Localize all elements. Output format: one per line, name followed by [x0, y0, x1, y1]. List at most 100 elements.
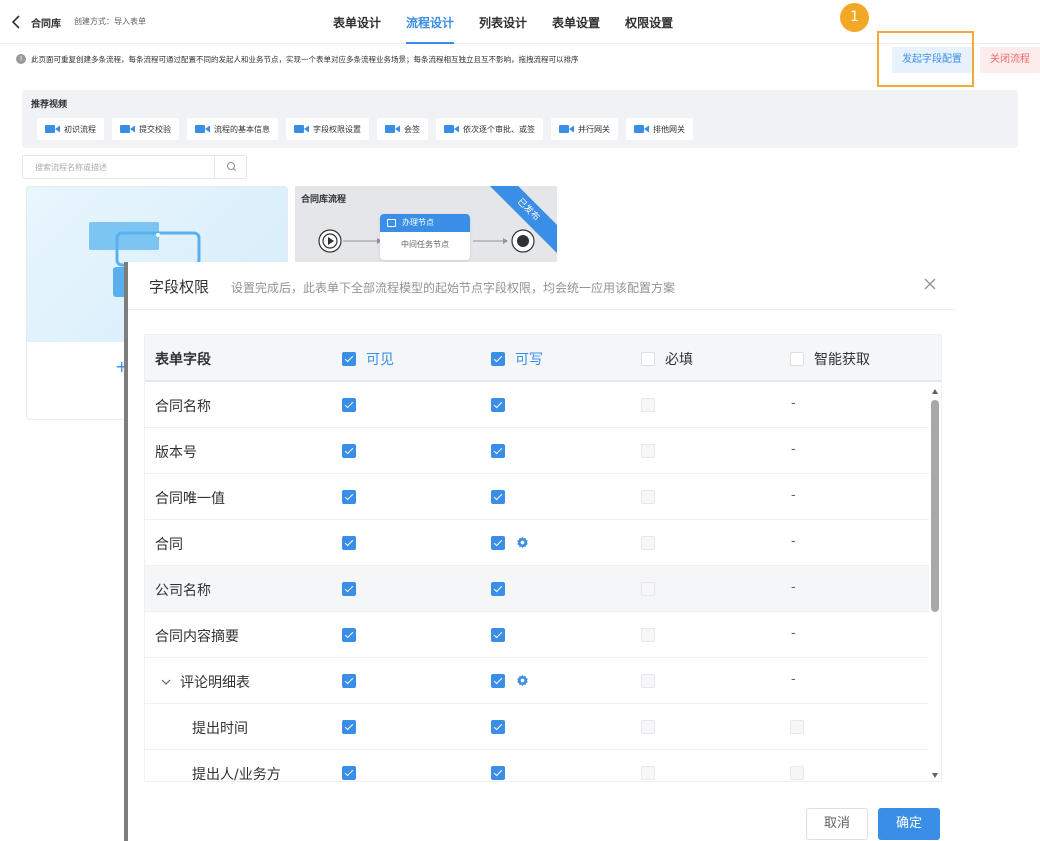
scroll-down-arrow-icon[interactable] — [932, 773, 938, 778]
required-checkbox[interactable] — [641, 490, 655, 504]
video-chip-label: 会签 — [404, 124, 420, 134]
video-camera-icon — [444, 125, 459, 133]
smart-value: - — [791, 396, 796, 411]
video-chip[interactable]: 流程的基本信息 — [187, 118, 278, 140]
visible-checkbox[interactable] — [342, 536, 356, 550]
video-chip[interactable]: 初识流程 — [37, 118, 104, 140]
writable-checkbox[interactable] — [491, 720, 505, 734]
recommended-videos-panel: 推荐视频 初识流程 提交校验 流程的基本信息 字段权限设置 会签 依次逐个审批、… — [22, 90, 1018, 148]
writable-checkbox[interactable] — [491, 582, 505, 596]
column-header-label: 智能获取 — [814, 352, 870, 368]
handle-node[interactable]: 办理节点 中间任务节点 — [380, 214, 470, 260]
tab-permission-settings[interactable]: 权限设置 — [625, 0, 673, 44]
required-all-checkbox[interactable] — [641, 352, 655, 366]
smart-value: - — [791, 488, 796, 503]
visible-checkbox[interactable] — [342, 398, 356, 412]
info-icon: ! — [16, 54, 26, 64]
cancel-button[interactable]: 取消 — [806, 808, 868, 840]
gear-icon[interactable] — [516, 674, 529, 687]
required-checkbox[interactable] — [641, 766, 655, 780]
search-icon — [226, 161, 236, 171]
table-row: 公司名称 - — [145, 566, 929, 612]
field-name: 合同内容摘要 — [155, 629, 239, 645]
table-body: 合同名称 - 版本号 - 合同唯一值 - 合同 - 公司名称 - 合同内容摘要 … — [145, 382, 929, 782]
video-chip-label: 字段权限设置 — [313, 124, 361, 134]
writable-checkbox[interactable] — [491, 398, 505, 412]
column-header-label: 可写 — [515, 352, 543, 368]
tab-list-design[interactable]: 列表设计 — [479, 0, 527, 44]
required-checkbox[interactable] — [641, 674, 655, 688]
tab-form-settings[interactable]: 表单设置 — [552, 0, 600, 44]
scroll-up-arrow-icon[interactable] — [932, 389, 938, 394]
confirm-button[interactable]: 确定 — [878, 808, 940, 840]
visible-all-checkbox[interactable] — [342, 352, 356, 366]
writable-all-checkbox[interactable] — [491, 352, 505, 366]
visible-checkbox[interactable] — [342, 582, 356, 596]
writable-checkbox[interactable] — [491, 628, 505, 642]
step-badge: 1 — [840, 3, 869, 32]
video-chip[interactable]: 提交校验 — [112, 118, 179, 140]
required-checkbox[interactable] — [641, 628, 655, 642]
video-chip[interactable]: 排他网关 — [626, 118, 693, 140]
visible-checkbox[interactable] — [342, 490, 356, 504]
visible-checkbox[interactable] — [342, 444, 356, 458]
video-chip[interactable]: 依次逐个审批、或签 — [436, 118, 543, 140]
smart-value: - — [791, 580, 796, 595]
writable-checkbox[interactable] — [491, 490, 505, 504]
column-header-smart[interactable]: 智能获取 — [790, 349, 870, 369]
video-chip[interactable]: 并行网关 — [551, 118, 618, 140]
node-body: 中间任务节点 — [401, 240, 449, 249]
dialog-title: 字段权限 — [149, 278, 210, 296]
video-chip-label: 依次逐个审批、或签 — [463, 124, 535, 134]
close-icon[interactable] — [922, 276, 938, 292]
scrollbar-thumb[interactable] — [931, 400, 939, 612]
smart-checkbox[interactable] — [790, 766, 804, 780]
field-name: 提出人/业务方 — [192, 767, 281, 782]
back-arrow-icon[interactable] — [10, 13, 24, 31]
required-checkbox[interactable] — [641, 398, 655, 412]
visible-checkbox[interactable] — [342, 766, 356, 780]
table-row: 合同唯一值 - — [145, 474, 929, 520]
video-camera-icon — [195, 125, 210, 133]
close-flow-button[interactable]: 关闭流程 — [980, 47, 1040, 73]
chevron-down-icon[interactable] — [159, 675, 173, 689]
field-name: 版本号 — [155, 445, 197, 461]
main-tabs: 表单设计 流程设计 列表设计 表单设置 权限设置 — [333, 0, 698, 44]
video-chip[interactable]: 字段权限设置 — [286, 118, 369, 140]
dialog-description: 设置完成后，此表单下全部流程模型的起始节点字段权限，均会统一应用该配置方案 — [231, 281, 676, 295]
required-checkbox[interactable] — [641, 536, 655, 550]
flow-card[interactable]: 合同库流程 已发布 办理节点 中间任务节点 — [295, 186, 557, 266]
writable-checkbox[interactable] — [491, 536, 505, 550]
permission-table: 表单字段 可见 可写 必填 智能获取 合同名称 - 版本号 - 合同唯一值 - … — [144, 334, 942, 782]
start-field-config-button[interactable]: 发起字段配置 — [892, 47, 972, 73]
writable-checkbox[interactable] — [491, 444, 505, 458]
smart-value: - — [791, 534, 796, 549]
tab-form-design[interactable]: 表单设计 — [333, 0, 381, 44]
column-header-visible[interactable]: 可见 — [342, 349, 394, 369]
node-title: 办理节点 — [402, 218, 434, 227]
visible-checkbox[interactable] — [342, 720, 356, 734]
group-name: 评论明细表 — [159, 672, 250, 692]
required-checkbox[interactable] — [641, 582, 655, 596]
column-header-required[interactable]: 必填 — [641, 349, 693, 369]
video-camera-icon — [45, 125, 60, 133]
writable-checkbox[interactable] — [491, 766, 505, 780]
required-checkbox[interactable] — [641, 444, 655, 458]
column-header-field: 表单字段 — [155, 352, 211, 368]
smart-value: - — [791, 672, 796, 687]
visible-checkbox[interactable] — [342, 674, 356, 688]
required-checkbox[interactable] — [641, 720, 655, 734]
flow-search-input[interactable] — [23, 156, 213, 178]
search-button[interactable] — [214, 156, 247, 178]
table-row: 合同内容摘要 - — [145, 612, 929, 658]
smart-all-checkbox[interactable] — [790, 352, 804, 366]
smart-checkbox[interactable] — [790, 720, 804, 734]
table-scrollbar[interactable] — [928, 386, 942, 782]
column-header-writable[interactable]: 可写 — [491, 349, 543, 369]
writable-checkbox[interactable] — [491, 674, 505, 688]
table-header: 表单字段 可见 可写 必填 智能获取 — [145, 335, 941, 382]
visible-checkbox[interactable] — [342, 628, 356, 642]
video-chip[interactable]: 会签 — [377, 118, 428, 140]
tab-flow-design[interactable]: 流程设计 — [406, 0, 455, 44]
gear-icon[interactable] — [516, 536, 529, 549]
